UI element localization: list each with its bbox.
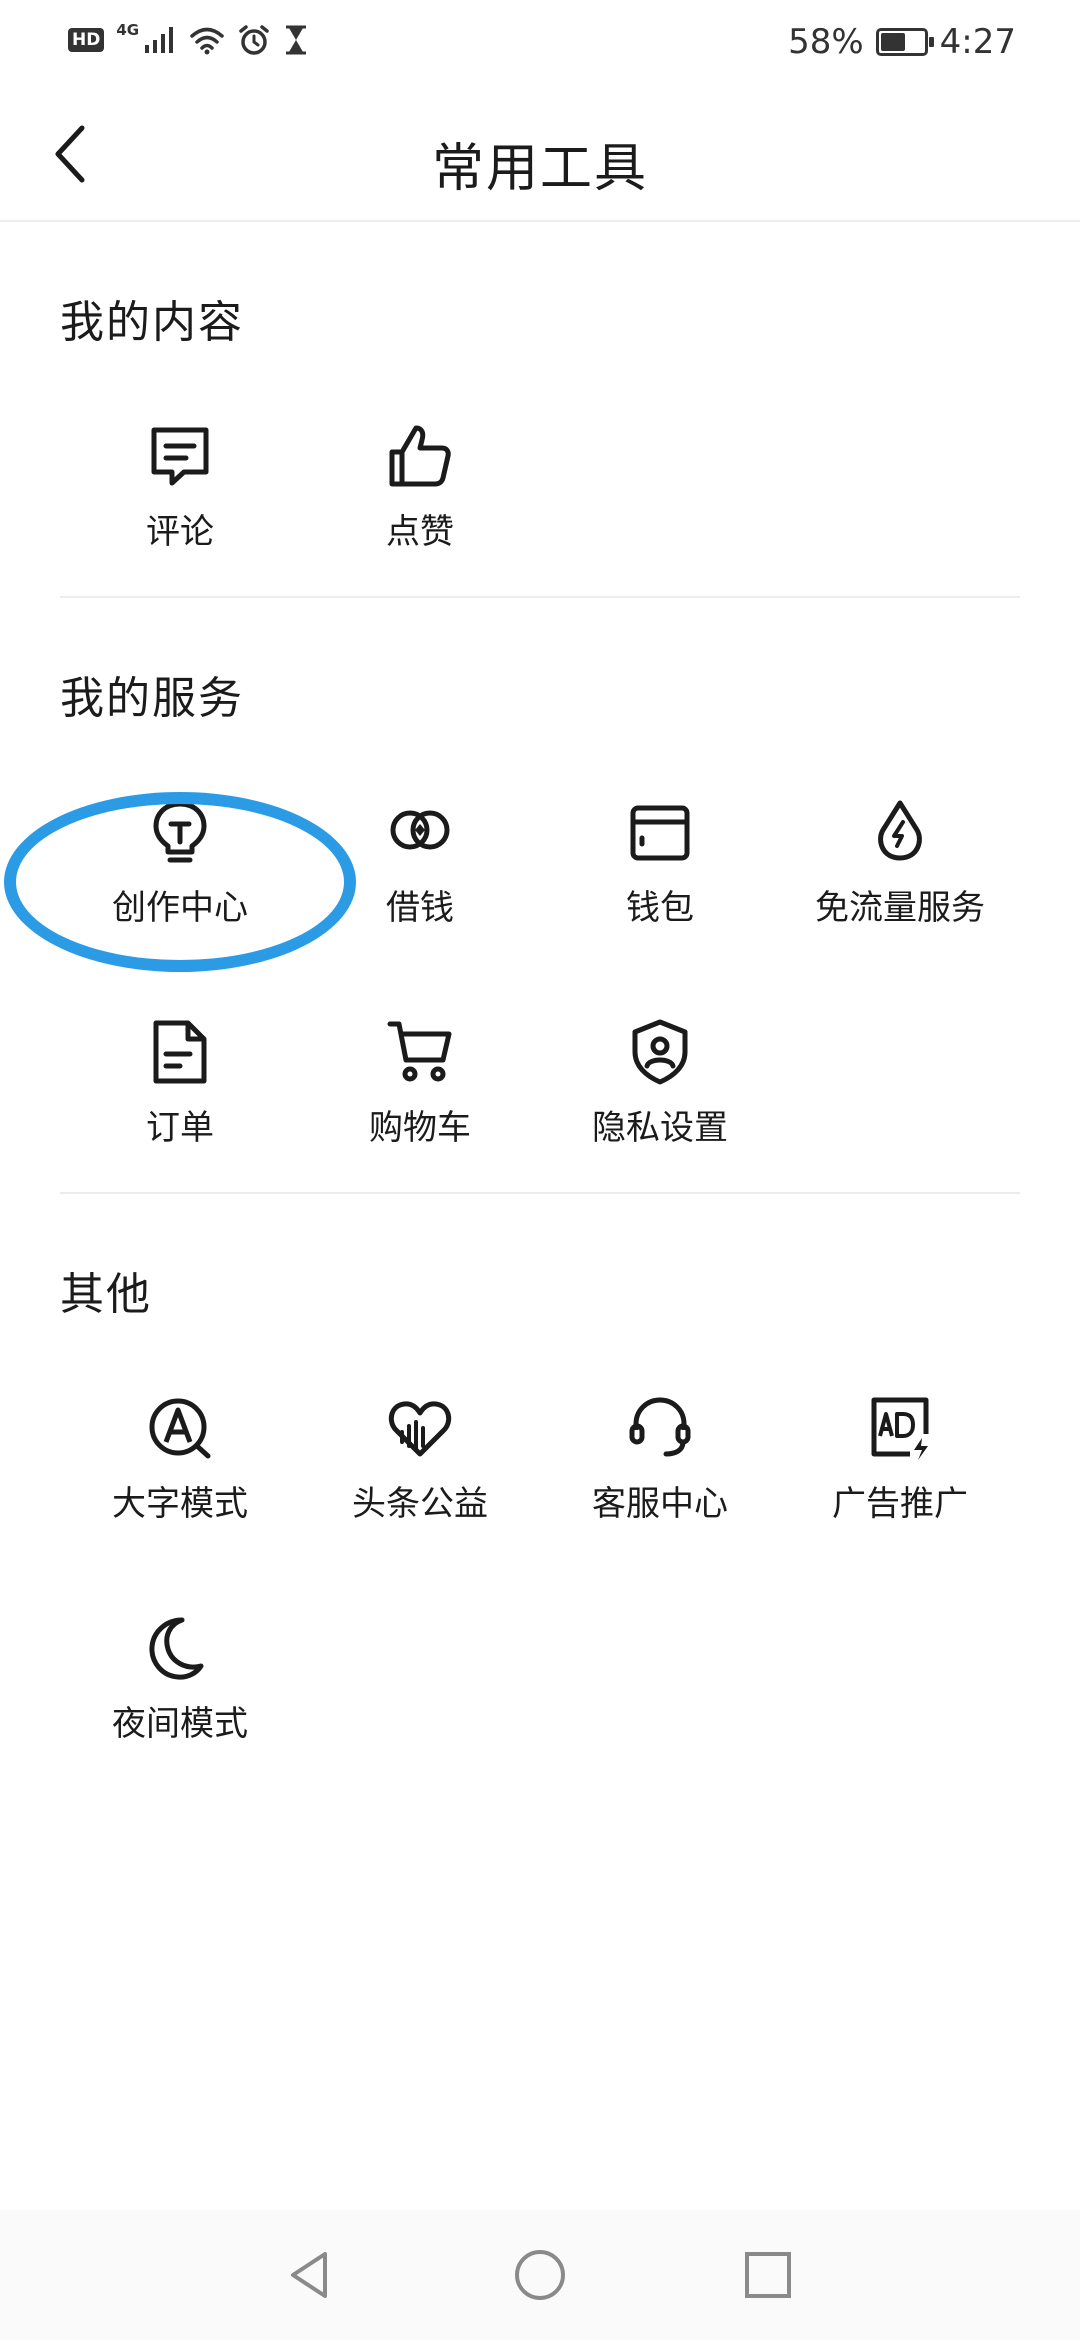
- order-document-icon: [153, 1020, 207, 1084]
- headset-icon: [629, 1397, 691, 1457]
- signal-icon: [145, 27, 174, 53]
- tool-label: 钱包: [626, 888, 694, 928]
- tool-label: 评论: [146, 512, 214, 552]
- tool-like[interactable]: 点赞: [300, 422, 540, 582]
- tool-comment[interactable]: 评论: [60, 422, 300, 582]
- loan-icon: [390, 810, 450, 850]
- tool-customer-service[interactable]: 客服中心: [540, 1394, 780, 1554]
- wallet-icon: [630, 805, 690, 861]
- tool-label: 客服中心: [592, 1484, 728, 1524]
- privacy-shield-icon: [632, 1019, 688, 1085]
- comment-icon: [151, 427, 209, 486]
- tool-label: 广告推广: [832, 1484, 968, 1524]
- tool-label: 隐私设置: [592, 1108, 728, 1148]
- tool-shopping-cart[interactable]: 购物车: [300, 1018, 540, 1178]
- section-title-services: 我的服务: [60, 673, 244, 724]
- moon-icon: [149, 1617, 204, 1680]
- section-divider: [60, 1192, 1020, 1194]
- system-back-button[interactable]: [274, 2240, 344, 2310]
- tool-orders[interactable]: 订单: [60, 1018, 300, 1178]
- tool-label: 头条公益: [352, 1484, 488, 1524]
- lightbulb-icon: [153, 801, 207, 863]
- battery-percent: 58%: [788, 22, 864, 62]
- triangle-back-icon: [291, 2252, 327, 2298]
- tool-privacy-settings[interactable]: 隐私设置: [540, 1018, 780, 1178]
- charity-heart-icon: [388, 1401, 452, 1457]
- battery-level-fill: [880, 33, 905, 51]
- section-divider: [60, 596, 1020, 598]
- tool-charity[interactable]: 头条公益: [300, 1394, 540, 1554]
- network-type-label: 4G: [116, 21, 140, 39]
- hd-badge: HD: [68, 28, 105, 52]
- circle-home-icon: [515, 2250, 565, 2300]
- status-right: 58% 4:27: [788, 22, 1016, 62]
- thumbs-up-icon: [389, 425, 451, 487]
- tool-free-data[interactable]: 免流量服务: [780, 798, 1020, 958]
- system-navigation-bar: [0, 2210, 1080, 2340]
- hourglass-icon: [286, 25, 307, 55]
- tool-label: 免流量服务: [815, 888, 985, 928]
- tool-large-font[interactable]: 大字模式: [60, 1394, 300, 1554]
- clock-time: 4:27: [939, 22, 1016, 62]
- tool-loan[interactable]: 借钱: [300, 798, 540, 958]
- section-title-other: 其他: [60, 1269, 152, 1320]
- wifi-icon: [190, 27, 224, 55]
- tool-label: 创作中心: [112, 888, 248, 928]
- tool-label: 大字模式: [112, 1484, 248, 1524]
- tool-night-mode[interactable]: 夜间模式: [60, 1614, 300, 1774]
- status-left: HD 4G: [68, 21, 309, 56]
- tool-creator-center[interactable]: 创作中心: [60, 798, 300, 958]
- section-title-content: 我的内容: [60, 297, 244, 348]
- large-font-icon: [149, 1398, 211, 1459]
- data-drop-icon: [878, 800, 922, 861]
- square-recents-icon: [745, 2252, 791, 2298]
- tool-label: 订单: [146, 1108, 214, 1148]
- tool-label: 点赞: [386, 512, 454, 552]
- tool-advertising[interactable]: 广告推广: [780, 1394, 1020, 1554]
- status-bar: HD 4G 58% 4:27: [0, 0, 1080, 92]
- tool-label: 借钱: [386, 888, 454, 928]
- shopping-cart-icon: [387, 1021, 452, 1082]
- battery-icon: [875, 28, 934, 56]
- navigation-header: 常用工具: [0, 92, 1080, 222]
- tool-label: 购物车: [369, 1108, 471, 1148]
- tool-wallet[interactable]: 钱包: [540, 798, 780, 958]
- alarm-icon: [239, 25, 269, 55]
- ad-icon: [871, 1397, 929, 1460]
- page-title: 常用工具: [431, 139, 648, 199]
- system-recents-button[interactable]: [733, 2240, 803, 2310]
- tool-label: 夜间模式: [112, 1704, 248, 1744]
- system-home-button[interactable]: [505, 2240, 575, 2310]
